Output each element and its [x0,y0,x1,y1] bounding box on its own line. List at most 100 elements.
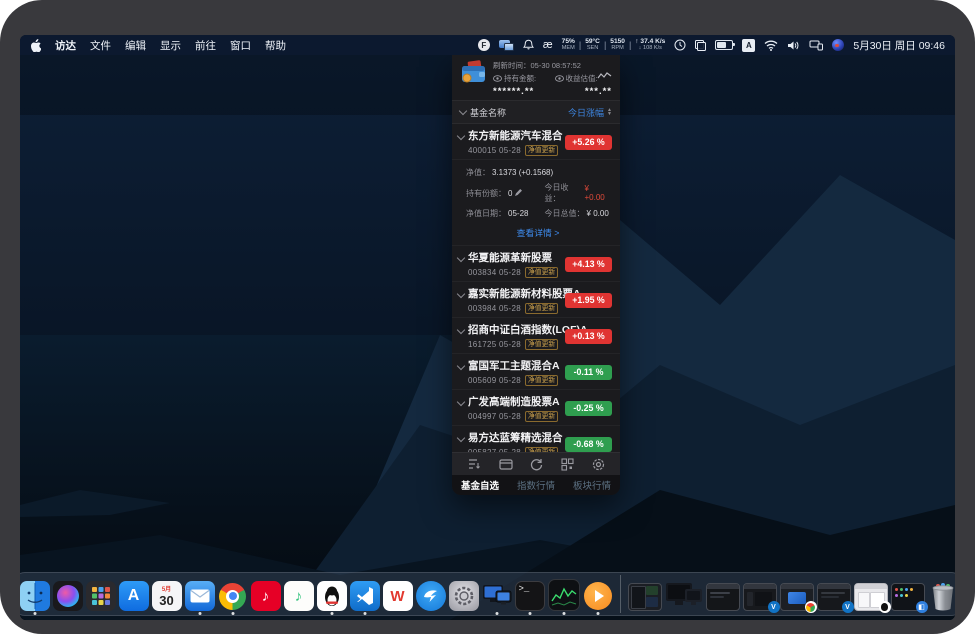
column-fund-name[interactable]: 基金名称 [460,106,506,119]
dock-window-dark[interactable] [706,583,740,611]
fund-name: 易方达蓝筹精选混合 [468,430,563,445]
sidecar-display-icon[interactable] [809,40,823,51]
dock-window-grid[interactable]: ◧ [891,583,925,611]
menu-window[interactable]: 窗口 [230,38,251,53]
menu-edit[interactable]: 编辑 [125,38,146,53]
dock-siri[interactable] [53,581,83,611]
nav-updated-badge: 净值更新 [525,145,558,156]
ligature-status-icon[interactable]: æ [543,39,553,51]
chevron-down-icon [457,398,465,406]
menu-finder[interactable]: 访达 [55,38,76,53]
holdings-value: ******.** [493,86,585,97]
qr-grid-icon[interactable] [561,458,574,471]
dock-system-preferences[interactable] [449,581,479,611]
dock-netease-music[interactable]: ♪ [251,581,281,611]
dock-terminal[interactable]: >_ [515,581,545,611]
dock-dingtalk[interactable] [416,581,446,611]
dock-wps-office[interactable]: W [383,581,413,611]
fund-row[interactable]: 嘉实新能源新材料股票A 003984 05-28 净值更新 +1.95 % [452,282,620,318]
tab-sector-quotes[interactable]: 板块行情 [564,478,620,492]
menu-view[interactable]: 显示 [160,38,181,53]
device-mockup: 访达 文件 编辑 显示 前往 窗口 帮助 F æ 75%MEM | 59°CSE… [0,0,975,634]
dock: A 5月30 ♪ ♪ W >_ [20,572,955,616]
menu-go[interactable]: 前往 [195,38,216,53]
dock-displays[interactable] [482,581,512,611]
input-method-icon[interactable]: A [742,39,755,52]
settings-gear-icon[interactable] [592,458,605,471]
dock-huya[interactable] [583,581,613,611]
dock-qq[interactable] [317,581,347,611]
nav-value: 3.1373 (+0.1568) [492,168,553,177]
dock-chrome[interactable] [218,581,248,611]
dock-app-store[interactable]: A [119,581,149,611]
dock-window-vscode-1[interactable]: V [743,583,777,611]
view-details-link[interactable]: 查看详情 > [466,223,610,243]
chrome-badge-icon [805,601,817,613]
dock-window-vscode-2[interactable]: V [817,583,851,611]
wifi-icon[interactable] [764,40,778,51]
fund-code-date: 005609 05-28 [468,376,521,385]
clock-utility-icon[interactable] [674,39,686,51]
change-badge: +5.26 % [565,135,612,150]
refresh-icon[interactable] [530,458,543,471]
dock-window-chrome[interactable] [780,583,814,611]
f-app-status-icon[interactable]: F [478,39,490,51]
trend-chart-icon[interactable] [597,71,612,80]
chevron-down-icon [457,132,465,140]
menu-help[interactable]: 帮助 [265,38,286,53]
clipboard-icon[interactable] [695,40,706,51]
wallet-tool-icon[interactable] [499,458,513,470]
notification-bell-icon[interactable] [523,39,534,51]
fund-row[interactable]: 东方新能源汽车混合 400015 05-28 净值更新 +5.26 % [452,124,620,160]
change-badge: +4.13 % [565,257,612,272]
fund-row[interactable]: 招商中证白酒指数(LOF)A 161725 05-28 净值更新 +0.13 % [452,318,620,354]
dock-vscode[interactable] [350,581,380,611]
nav-updated-badge: 净值更新 [525,375,558,386]
fund-code-date: 161725 05-28 [468,340,521,349]
nav-updated-badge: 净值更新 [525,267,558,278]
dock-qq-music[interactable]: ♪ [284,581,314,611]
dock-window-displays[interactable] [665,581,703,611]
fund-tracker-panel: 刷新时间：05-30 08:57:52 持有金额: 收益估值: ******.*… [452,55,620,495]
dock-finder[interactable] [20,581,50,611]
change-badge: -0.11 % [565,365,612,380]
battery-icon[interactable] [715,40,733,50]
system-stats-widget[interactable]: 75%MEM | 59°CSEN | 5150RPM | ↑ 37.4 K/s↓… [562,39,666,52]
vscode-badge-icon: V [768,601,780,613]
dock-window-terminal[interactable] [628,583,662,611]
fund-row[interactable]: 易方达蓝筹精选混合 005827 05-28 净值更新 -0.68 % [452,426,620,452]
fund-detail-panel: 净值：3.1373 (+0.1568) 持有份额：0 今日收益：¥ +0.00 … [452,160,620,246]
fund-list: 东方新能源汽车混合 400015 05-28 净值更新 +5.26 % 净值：3… [452,124,620,452]
fund-row[interactable]: 广发高端制造股票A 004997 05-28 净值更新 -0.25 % [452,390,620,426]
dock-mail[interactable] [185,581,215,611]
menu-bar-clock[interactable]: 5月30日 周日 09:46 [853,38,945,53]
tab-fund-watchlist[interactable]: 基金自选 [452,478,508,492]
fund-row[interactable]: 华夏能源革新股票 003834 05-28 净值更新 +4.13 % [452,246,620,282]
menu-bar: 访达 文件 编辑 显示 前往 窗口 帮助 F æ 75%MEM | 59°CSE… [20,35,955,55]
volume-icon[interactable] [787,40,800,51]
list-header: 基金名称 今日涨幅▲▼ [452,100,620,124]
dock-launchpad[interactable] [86,581,116,611]
dock-window-finder[interactable] [854,583,888,611]
dock-calendar[interactable]: 5月30 [152,581,182,611]
qq-badge-icon [879,601,891,613]
fund-code-date: 003984 05-28 [468,304,521,313]
sort-filter-icon[interactable] [467,458,481,470]
tab-index-quotes[interactable]: 指数行情 [508,478,564,492]
eye-icon [555,75,564,82]
nav-updated-badge: 净值更新 [525,303,558,314]
dock-trash[interactable] [930,581,956,611]
screen-mirroring-icon[interactable] [499,40,514,51]
apple-menu-icon[interactable] [30,39,41,52]
change-badge: +0.13 % [565,329,612,344]
dock-system-monitor[interactable] [548,579,580,611]
fund-row[interactable]: 富国军工主题混合A 005609 05-28 净值更新 -0.11 % [452,354,620,390]
vscode-badge-icon: V [842,601,854,613]
column-today-change[interactable]: 今日涨幅▲▼ [568,106,612,119]
today-total-value: ¥ 0.00 [587,209,609,218]
edit-pencil-icon[interactable] [514,189,522,197]
app-sphere-icon[interactable] [832,39,844,51]
app-badge-icon: ◧ [916,601,928,613]
menu-file[interactable]: 文件 [90,38,111,53]
holdings-label[interactable]: 持有金额: [493,73,551,84]
